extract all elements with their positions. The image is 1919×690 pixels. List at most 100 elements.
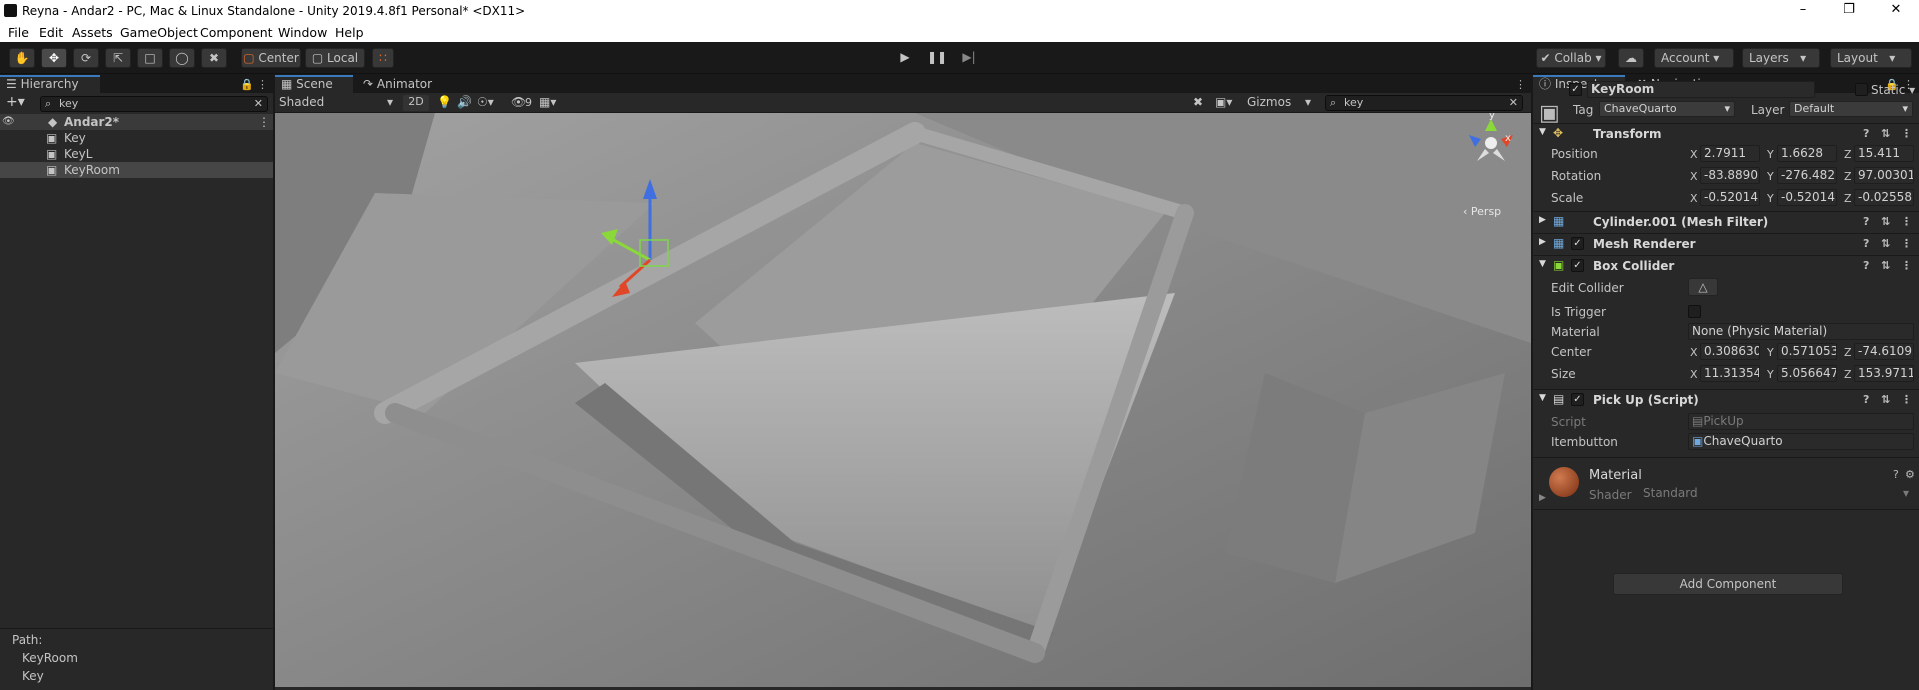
tab-scene[interactable]: ▦ Scene (275, 75, 353, 93)
move-tool-icon[interactable]: ✥ (41, 48, 67, 68)
transform-tool-icon[interactable]: ◯ (169, 48, 195, 68)
play-icon[interactable]: ▶ (893, 48, 917, 68)
rotation-y-field[interactable]: -276.482 (1777, 167, 1837, 184)
scene-menu-icon[interactable]: ⋮ (258, 114, 270, 130)
hidden-objects-icon[interactable]: 👁 (511, 95, 526, 109)
preset-icon[interactable]: ⇅ (1881, 237, 1890, 250)
mesh-renderer-header[interactable]: ▶ ▦ ✓ Mesh Renderer ? ⇅ ⋮ (1533, 233, 1919, 253)
help-icon[interactable]: ? (1893, 468, 1899, 481)
static-label[interactable]: Static ▾ (1871, 83, 1915, 97)
hierarchy-item-keyl[interactable]: ▣ KeyL (0, 146, 273, 162)
panel-menu-icon[interactable]: ⋮ (257, 78, 268, 91)
menu-component[interactable]: Component (200, 25, 273, 40)
menu-gameobject[interactable]: GameObject (120, 25, 198, 40)
pivot-local-button[interactable]: ▢ Local (305, 48, 365, 68)
lock-icon[interactable]: 🔒 (240, 78, 254, 91)
hierarchy-search-input[interactable]: ⌕ key ✕ (40, 96, 268, 112)
help-icon[interactable]: ? (1863, 259, 1869, 272)
menu-help[interactable]: Help (335, 25, 364, 40)
position-y-field[interactable]: 1.6628 (1777, 145, 1837, 162)
hierarchy-item-key[interactable]: ▣ Key (0, 130, 273, 146)
tag-dropdown[interactable]: ChaveQuarto ▾ (1599, 101, 1735, 117)
scale-x-field[interactable]: -0.520143 (1700, 189, 1760, 206)
collab-button[interactable]: ✔ Collab ▾ (1536, 48, 1606, 68)
hierarchy-scene-row[interactable]: 👁 ◆ Andar2* ⋮ (0, 114, 273, 130)
maximize-icon[interactable]: ❐ (1826, 0, 1872, 22)
effects-icon[interactable]: ☉▾ (477, 95, 494, 109)
pause-icon[interactable]: ❚❚ (925, 48, 949, 68)
menu-edit[interactable]: Edit (39, 25, 63, 40)
close-icon[interactable]: ✕ (1873, 0, 1919, 22)
shader-dropdown[interactable]: Standard ▾ (1643, 486, 1913, 502)
itembutton-field[interactable]: ▣ChaveQuarto (1688, 433, 1914, 450)
menu-assets[interactable]: Assets (72, 25, 113, 40)
component-menu-icon[interactable]: ⋮ (1901, 237, 1912, 250)
box-collider-enabled-checkbox[interactable]: ✓ (1571, 259, 1584, 272)
pivot-center-button[interactable]: ▢ Center (241, 48, 301, 68)
scale-z-field[interactable]: -0.025581 (1854, 189, 1914, 206)
create-plus-icon[interactable]: +▾ (6, 94, 25, 110)
foldout-icon[interactable]: ▼ (1539, 393, 1546, 403)
custom-tool-icon[interactable]: ✖ (201, 48, 227, 68)
component-menu-icon[interactable]: ⋮ (1901, 259, 1912, 272)
lighting-icon[interactable]: 💡 (437, 95, 452, 109)
pickup-enabled-checkbox[interactable]: ✓ (1571, 393, 1584, 406)
grid-snap-icon[interactable]: ∷ (372, 48, 394, 68)
center-x-field[interactable]: 0.308630 (1700, 343, 1760, 360)
hierarchy-item-keyroom[interactable]: ▣ KeyRoom (0, 162, 273, 178)
static-checkbox[interactable] (1855, 83, 1868, 96)
help-icon[interactable]: ? (1863, 215, 1869, 228)
menu-file[interactable]: File (8, 25, 29, 40)
preset-icon[interactable]: ⇅ (1881, 215, 1890, 228)
rotation-x-field[interactable]: -83.88901 (1700, 167, 1760, 184)
physic-material-field[interactable]: None (Physic Material) (1688, 323, 1914, 340)
projection-label[interactable]: ‹ Persp (1463, 205, 1501, 218)
tab-hierarchy[interactable]: ☰ Hierarchy (0, 75, 100, 93)
layer-dropdown[interactable]: Default ▾ (1789, 101, 1913, 117)
add-component-button[interactable]: Add Component (1613, 573, 1843, 595)
help-icon[interactable]: ? (1863, 237, 1869, 250)
foldout-icon[interactable]: ▶ (1539, 237, 1546, 247)
rotation-z-field[interactable]: 97.00301 (1854, 167, 1914, 184)
2d-toggle-button[interactable]: 2D (403, 95, 429, 111)
menu-window[interactable]: Window (278, 25, 327, 40)
rect-tool-icon[interactable]: □ (137, 48, 163, 68)
is-trigger-checkbox[interactable] (1688, 305, 1701, 318)
size-x-field[interactable]: 11.31354 (1700, 365, 1760, 382)
edit-collider-button[interactable]: △ (1688, 278, 1718, 296)
component-menu-icon[interactable]: ⋮ (1901, 393, 1912, 406)
step-icon[interactable]: ▶| (957, 48, 981, 68)
position-z-field[interactable]: 15.411 (1854, 145, 1914, 162)
pickup-script-header[interactable]: ▼ ▤ ✓ Pick Up (Script) ? ⇅ ⋮ (1533, 389, 1919, 409)
preset-icon[interactable]: ⇅ (1881, 127, 1890, 140)
component-menu-icon[interactable]: ⋮ (1901, 215, 1912, 228)
tab-animator[interactable]: ↷ Animator (357, 75, 457, 93)
size-y-field[interactable]: 5.056647 (1777, 365, 1837, 382)
layout-dropdown[interactable]: Layout ▾ (1830, 48, 1912, 68)
rotate-tool-icon[interactable]: ⟳ (73, 48, 99, 68)
clear-search-icon[interactable]: ✕ (254, 97, 263, 111)
foldout-icon[interactable]: ▶ (1539, 215, 1546, 225)
size-z-field[interactable]: 153.9711 (1854, 365, 1914, 382)
center-z-field[interactable]: -74.61095 (1854, 343, 1914, 360)
account-dropdown[interactable]: Account ▾ (1654, 48, 1734, 68)
visibility-icon[interactable]: 👁 (2, 114, 15, 130)
preset-icon[interactable]: ⇅ (1881, 259, 1890, 272)
mesh-renderer-enabled-checkbox[interactable]: ✓ (1571, 237, 1584, 250)
foldout-icon[interactable]: ▼ (1539, 127, 1546, 137)
scene-search-input[interactable]: ⌕ key ✕ (1325, 95, 1523, 111)
clear-search-icon[interactable]: ✕ (1509, 96, 1518, 110)
panel-menu-icon[interactable]: ⋮ (1515, 78, 1526, 91)
gizmos-dropdown[interactable]: Gizmos ▾ (1247, 95, 1311, 111)
cloud-icon[interactable]: ☁ (1618, 48, 1644, 68)
object-name-input[interactable]: KeyRoom (1587, 81, 1815, 98)
transform-header[interactable]: ▼ ✥ Transform ? ⇅ ⋮ (1533, 123, 1919, 143)
hand-tool-icon[interactable]: ✋ (9, 48, 35, 68)
box-collider-header[interactable]: ▼ ▣ ✓ Box Collider ? ⇅ ⋮ (1533, 255, 1919, 275)
scale-tool-icon[interactable]: ⇱ (105, 48, 131, 68)
orientation-gizmo[interactable]: y x (1457, 113, 1527, 193)
camera-icon[interactable]: ▣▾ (1215, 95, 1232, 109)
foldout-icon[interactable]: ▶ (1539, 493, 1546, 503)
layers-dropdown[interactable]: Layers ▾ (1742, 48, 1820, 68)
preset-icon[interactable]: ⇅ (1881, 393, 1890, 406)
